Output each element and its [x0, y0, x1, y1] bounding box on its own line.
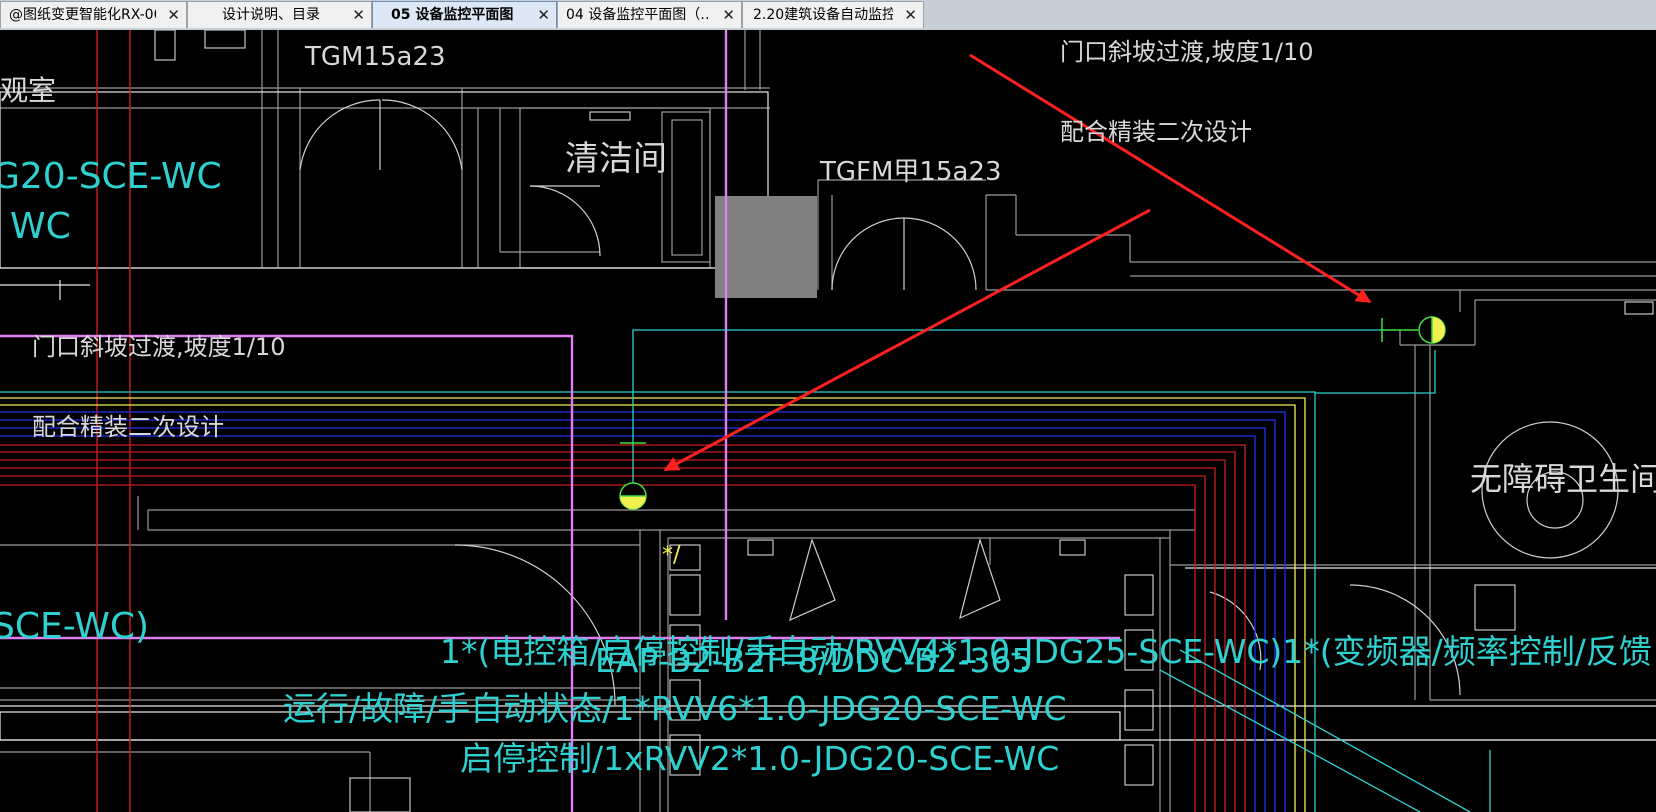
close-icon[interactable]: ✕: [722, 2, 735, 28]
yellow-mark: */: [662, 543, 681, 568]
close-icon[interactable]: ✕: [352, 2, 365, 28]
cad-drawing-canvas[interactable]: 观室 清洁间 无障碍卫生间 TGM15a23 TGFM甲15a23 门口斜坡过渡…: [0, 30, 1656, 812]
tab-label: 设计说明、目录: [222, 7, 320, 23]
tab-label: @图纸变更智能化RX-009: [9, 7, 156, 23]
door-label-tgm: TGM15a23: [304, 42, 446, 72]
sensor-leads: [620, 318, 1418, 444]
cable-label-fragment-3: SCE-WC): [0, 606, 149, 647]
cable-label-fragment-1: G20-SCE-WC: [0, 156, 222, 197]
tab-2-20-building-automation[interactable]: 2.20建筑设备自动监控 ✕: [742, 1, 924, 28]
door-swings: [299, 99, 1619, 706]
cad-drawing: 观室 清洁间 无障碍卫生间 TGM15a23 TGFM甲15a23 门口斜坡过渡…: [0, 30, 1656, 812]
room-label-cleaning: 清洁间: [565, 139, 667, 179]
tab-rx009[interactable]: @图纸变更智能化RX-009 ✕: [0, 1, 187, 28]
close-icon[interactable]: ✕: [904, 2, 917, 28]
cable-label-status: 运行/故障/手自动状态/1*RVV6*1.0-JDG20-SCE-WC: [283, 689, 1067, 728]
tab-label: 05 设备监控平面图: [391, 7, 514, 23]
tab-05-monitoring-plan[interactable]: 05 设备监控平面图 ✕: [372, 1, 557, 28]
tab-label: 04 设备监控平面图（…: [566, 7, 711, 23]
panel-label-eap: EAP-B2-B2F-8/DDC-B2-365: [595, 641, 1032, 680]
monitoring-sensor-right[interactable]: [1418, 316, 1446, 344]
close-icon[interactable]: ✕: [167, 2, 180, 28]
room-label-fragment: 观室: [0, 74, 56, 107]
note-match-top: 配合精装二次设计: [1060, 118, 1252, 146]
note-ramp-top: 门口斜坡过渡,坡度1/10: [1060, 38, 1314, 66]
monitoring-sensor-left[interactable]: [619, 482, 647, 510]
cable-label-fragment-2: WC: [10, 206, 71, 247]
note-match-left: 配合精装二次设计: [32, 413, 224, 441]
tab-label: 2.20建筑设备自动监控: [753, 7, 893, 23]
note-ramp-left: 门口斜坡过渡,坡度1/10: [32, 333, 286, 361]
cable-labels: G20-SCE-WC WC SCE-WC) 1*(电控箱/启停控制/手自动/RV…: [0, 156, 1652, 778]
close-icon[interactable]: ✕: [537, 2, 550, 28]
door-label-tgfm: TGFM甲15a23: [819, 157, 1002, 187]
document-tab-bar: @图纸变更智能化RX-009 ✕ 设计说明、目录 ✕ 05 设备监控平面图 ✕ …: [0, 0, 1656, 31]
structural-column: [715, 196, 817, 298]
tab-04-monitoring-plan[interactable]: 04 设备监控平面图（… ✕: [557, 1, 742, 28]
tab-design-notes[interactable]: 设计说明、目录 ✕: [187, 1, 372, 28]
room-label-accessible-wc: 无障碍卫生间: [1470, 460, 1656, 498]
cable-label-start-stop: 启停控制/1xRVV2*1.0-JDG20-SCE-WC: [460, 739, 1059, 778]
